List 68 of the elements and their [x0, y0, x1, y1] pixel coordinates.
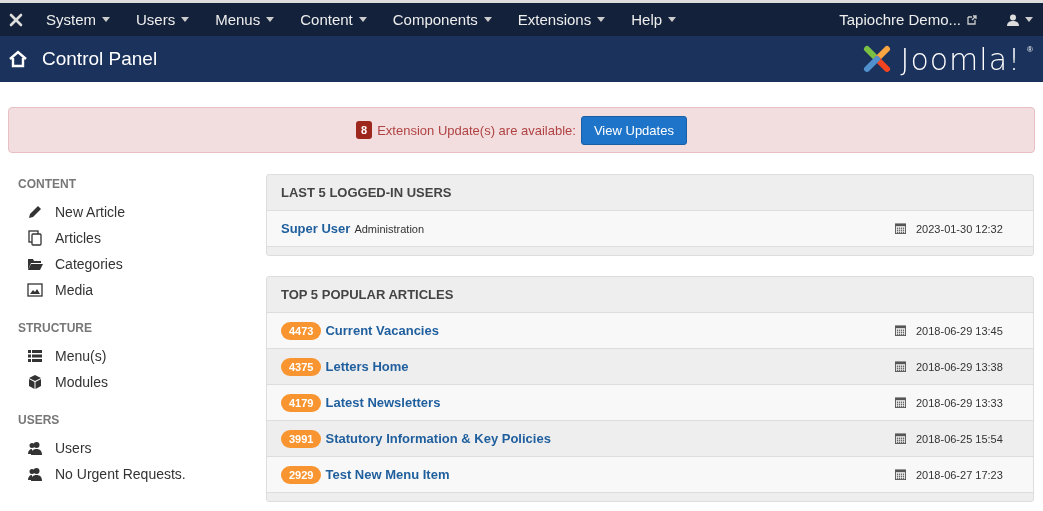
page-title: Control Panel [42, 48, 159, 70]
external-link-icon [967, 14, 977, 25]
cube-icon [27, 374, 43, 390]
calendar-icon [895, 325, 906, 336]
caret-icon [668, 17, 677, 22]
caret-icon [358, 17, 367, 22]
caret-icon [1025, 17, 1033, 22]
menu-item[interactable]: System [40, 11, 116, 28]
view-updates-button[interactable]: View Updates [580, 115, 687, 145]
menu-item[interactable]: Users [130, 11, 196, 28]
menu-item[interactable]: Menus [209, 11, 281, 28]
article-date: 2018-06-27 17:23 [916, 468, 1003, 481]
calendar-icon [895, 397, 906, 408]
list-icon [27, 348, 43, 364]
user-role: Administration [354, 222, 425, 235]
caret-icon [483, 17, 492, 22]
article-date: 2018-06-25 15:54 [916, 432, 1003, 445]
article-link[interactable]: Test New Menu Item [325, 467, 450, 482]
home-icon[interactable] [8, 50, 28, 68]
hits-badge: 2929 [281, 465, 322, 484]
user-icon[interactable] [1007, 13, 1019, 26]
sidebar-link[interactable]: Modules [55, 374, 108, 390]
article-link[interactable]: Statutory Information & Key Policies [325, 431, 551, 446]
caret-icon [597, 17, 606, 22]
hits-badge: 4375 [281, 357, 322, 376]
folder-icon [27, 256, 43, 272]
menu-item[interactable]: Components [386, 11, 498, 28]
menu-item[interactable]: Extensions [511, 11, 612, 28]
hits-badge: 3991 [281, 429, 322, 448]
users-icon [27, 440, 43, 456]
image-icon [27, 282, 43, 298]
calendar-icon [895, 433, 906, 444]
update-count: 8 [356, 121, 373, 139]
sidebar-link[interactable]: Articles [55, 230, 101, 246]
users-icon [27, 466, 43, 482]
sidebar-link[interactable]: Categories [55, 256, 123, 272]
menu-item[interactable]: Content [294, 11, 373, 28]
article-date: 2018-06-29 13:33 [916, 396, 1003, 409]
caret-icon [102, 17, 110, 22]
article-date: 2018-06-29 13:45 [916, 324, 1003, 337]
menu-item[interactable]: Help [625, 11, 683, 28]
sidebar-link[interactable]: New Article [55, 204, 126, 220]
calendar-icon [895, 361, 906, 372]
caret-icon [181, 17, 190, 22]
user-link[interactable]: Super User [281, 221, 351, 236]
hits-badge: 4473 [281, 321, 322, 340]
sidebar-link[interactable]: Users [55, 440, 92, 456]
section-heading: STRUCTURE [18, 321, 93, 335]
logo-text: Joomla! [900, 41, 1022, 77]
article-link[interactable]: Letters Home [325, 359, 409, 374]
article-link[interactable]: Current Vacancies [325, 323, 439, 338]
copy-icon [27, 230, 43, 246]
calendar-icon [895, 469, 906, 480]
alert-message: Extension Update(s) are available: [377, 122, 576, 138]
login-date: 2023-01-30 12:32 [916, 222, 1003, 235]
section-heading: USERS [18, 413, 61, 427]
sidebar-link[interactable]: Menu(s) [55, 348, 107, 364]
site-link[interactable]: Tapiochre Demo... [839, 11, 961, 28]
section-heading: CONTENT [18, 177, 77, 191]
article-link[interactable]: Latest Newsletters [325, 395, 441, 410]
pencil-icon [27, 204, 43, 220]
calendar-icon [895, 223, 906, 234]
caret-icon [266, 17, 275, 22]
sidebar-link[interactable]: Media [55, 282, 94, 298]
article-date: 2018-06-29 13:38 [916, 360, 1003, 373]
registered-mark: ® [1027, 45, 1033, 54]
hits-badge: 4179 [281, 393, 322, 412]
sidebar-link[interactable]: No Urgent Requests. [55, 466, 186, 482]
